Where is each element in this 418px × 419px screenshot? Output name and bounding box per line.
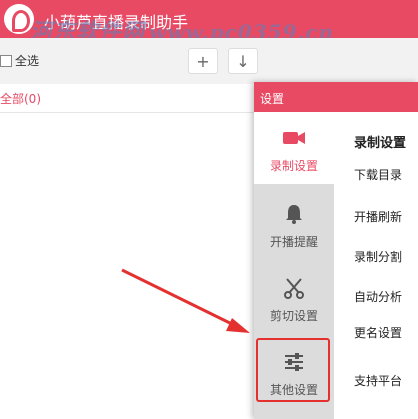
toolbar: 全选 + ↓ bbox=[0, 38, 418, 84]
nav-live-reminder-label: 开播提醒 bbox=[269, 235, 318, 249]
section-title: 录制设置 bbox=[354, 136, 407, 151]
sliders-icon bbox=[282, 350, 306, 374]
plus-icon: + bbox=[196, 51, 210, 71]
bell-icon bbox=[282, 202, 306, 226]
nav-other-settings[interactable]: 其他设置 bbox=[254, 336, 334, 408]
settings-dialog: 设置 录制设置 开播提醒 剪切设置 其他设置 录制设置 下载目录 开播刷新 录制… bbox=[254, 82, 418, 419]
select-all-checkbox[interactable] bbox=[0, 54, 12, 67]
nav-recording-settings-label: 录制设置 bbox=[269, 159, 318, 173]
settings-sidebar: 录制设置 开播提醒 剪切设置 其他设置 bbox=[254, 112, 334, 419]
setting-rename: 更名设置 bbox=[354, 326, 403, 340]
nav-cut-settings-label: 剪切设置 bbox=[269, 309, 318, 323]
setting-auto-analysis: 自动分析 bbox=[354, 290, 403, 304]
setting-supported-platforms: 支持平台 bbox=[354, 374, 403, 388]
filter-all-tab[interactable]: 全部(0) bbox=[0, 90, 41, 107]
nav-live-reminder[interactable]: 开播提醒 bbox=[254, 188, 334, 260]
setting-live-refresh: 开播刷新 bbox=[354, 210, 403, 224]
dialog-title: 设置 bbox=[260, 92, 285, 106]
nav-other-settings-label: 其他设置 bbox=[269, 383, 318, 397]
arrow-down-icon: ↓ bbox=[236, 51, 250, 71]
select-all-label: 全选 bbox=[15, 54, 40, 68]
add-button[interactable]: + bbox=[188, 48, 218, 74]
setting-recording-split: 录制分割 bbox=[354, 250, 403, 264]
select-all[interactable]: 全选 bbox=[0, 52, 39, 69]
video-camera-icon bbox=[282, 126, 306, 150]
download-button[interactable]: ↓ bbox=[228, 48, 258, 74]
nav-cut-settings[interactable]: 剪切设置 bbox=[254, 262, 334, 334]
setting-download-dir: 下载目录 bbox=[354, 168, 403, 182]
nav-recording-settings[interactable]: 录制设置 bbox=[254, 112, 334, 184]
dialog-header: 设置 bbox=[254, 82, 418, 112]
scissors-icon bbox=[282, 276, 306, 300]
settings-content: 录制设置 下载目录 开播刷新 录制分割 自动分析 更名设置 支持平台 bbox=[334, 112, 418, 419]
